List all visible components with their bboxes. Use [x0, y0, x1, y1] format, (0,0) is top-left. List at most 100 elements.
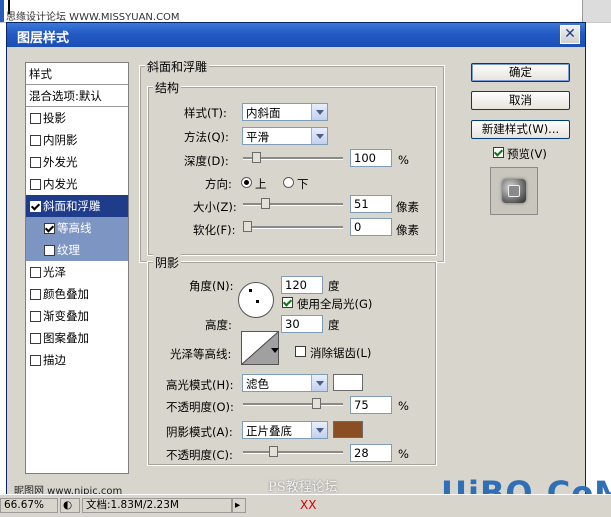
style-list-item[interactable]: 内阴影 [26, 129, 128, 151]
site-watermark: 思缘设计论坛 WWW.MISSYUAN.COM [6, 12, 180, 23]
shading-title: 阴影 [153, 254, 182, 271]
shadow-color-swatch[interactable] [333, 421, 363, 438]
depth-slider-thumb[interactable] [252, 152, 261, 163]
soften-slider-track[interactable] [243, 226, 343, 229]
shadow-mode-select[interactable]: 正片叠底 [242, 421, 328, 439]
style-checkbox[interactable] [30, 135, 41, 146]
antialias-checkbox[interactable] [295, 346, 306, 357]
highlight-mode-select[interactable]: 滤色 [242, 374, 328, 392]
depth-unit: % [398, 153, 409, 167]
style-list-label: 光泽 [43, 265, 66, 279]
style-checkbox[interactable] [30, 113, 41, 124]
style-checkbox[interactable] [30, 289, 41, 300]
altitude-label: 高度: [205, 318, 232, 332]
shadow-opacity-label: 不透明度(C): [166, 448, 233, 462]
style-list-item[interactable]: 纹理 [26, 239, 128, 261]
angle-dial[interactable] [238, 282, 274, 318]
direction-down-radio[interactable] [283, 177, 294, 188]
layer-style-dialog: 图层样式 ✕ 样式 混合选项:默认 投影内阴影外发光内发光斜面和浮雕等高线纹理光… [6, 22, 586, 496]
scrollbar[interactable] [582, 0, 611, 22]
style-list-label: 外发光 [43, 155, 78, 169]
depth-field[interactable]: 100 [350, 149, 392, 167]
size-label: 大小(Z): [193, 200, 237, 214]
direction-label: 方向: [205, 177, 232, 191]
style-list-item[interactable]: 光泽 [26, 261, 128, 283]
shadow-opacity-field[interactable]: 28 [350, 444, 392, 462]
highlight-color-swatch[interactable] [333, 374, 363, 391]
preview-checkbox[interactable] [493, 147, 504, 158]
method-select[interactable]: 平滑 [242, 127, 328, 145]
style-list-label: 纹理 [57, 243, 80, 257]
document-info: 文档:1.83M/2.23M [82, 498, 232, 513]
style-checkbox[interactable] [30, 311, 41, 322]
close-button[interactable]: ✕ [560, 25, 580, 44]
highlight-opacity-unit: % [398, 399, 409, 413]
style-list-item[interactable]: 斜面和浮雕 [26, 195, 128, 217]
style-list-label: 内发光 [43, 177, 78, 191]
style-list-item[interactable]: 等高线 [26, 217, 128, 239]
style-checkbox[interactable] [30, 267, 41, 278]
size-slider-track[interactable] [243, 203, 343, 206]
angle-center-dot [256, 300, 259, 303]
zoom-level[interactable]: 66.67% [0, 498, 58, 513]
soften-slider-thumb[interactable] [243, 221, 252, 232]
angle-label: 角度(N): [189, 279, 234, 293]
soften-field[interactable]: 0 [350, 218, 392, 236]
style-checkbox[interactable] [30, 157, 41, 168]
blend-options-item[interactable]: 混合选项:默认 [26, 85, 128, 107]
shadow-opacity-track[interactable] [243, 451, 343, 454]
cancel-button[interactable]: 取消 [471, 91, 570, 110]
style-list-item[interactable]: 投影 [26, 107, 128, 129]
depth-label: 深度(D): [184, 154, 229, 168]
style-list-item[interactable]: 颜色叠加 [26, 283, 128, 305]
highlight-opacity-field[interactable]: 75 [350, 396, 392, 414]
highlight-opacity-track[interactable] [243, 403, 343, 406]
dialog-titlebar[interactable]: 图层样式 ✕ [7, 23, 585, 47]
antialias-label: 消除锯齿(L) [310, 346, 372, 360]
style-list-item[interactable]: 外发光 [26, 151, 128, 173]
ok-button[interactable]: 确定 [471, 63, 570, 82]
angle-field[interactable]: 120 [281, 276, 323, 294]
direction-up-label: 上 [255, 177, 267, 191]
angle-handle-dot [249, 289, 252, 292]
altitude-field[interactable]: 30 [281, 315, 323, 333]
style-checkbox[interactable] [30, 355, 41, 366]
watermark-bottom: XX [300, 498, 317, 512]
style-checkbox[interactable] [30, 179, 41, 190]
structure-title: 结构 [153, 79, 182, 96]
direction-up-radio[interactable] [241, 177, 252, 188]
preview-swatch [502, 179, 526, 203]
style-list-label: 斜面和浮雕 [43, 199, 101, 213]
soften-unit: 像素 [396, 223, 419, 237]
shadow-opacity-thumb[interactable] [269, 446, 278, 457]
style-checkbox[interactable] [44, 245, 55, 256]
style-list-item[interactable]: 描边 [26, 349, 128, 371]
size-unit: 像素 [396, 200, 419, 214]
style-list-label: 内阴影 [43, 133, 78, 147]
size-field[interactable]: 51 [350, 195, 392, 213]
global-light-checkbox[interactable] [282, 297, 293, 308]
status-menu-icon[interactable]: ◐ [60, 498, 80, 513]
size-slider-thumb[interactable] [261, 198, 270, 209]
style-select[interactable]: 内斜面 [242, 103, 328, 121]
shadow-opacity-unit: % [398, 447, 409, 461]
status-arrow-icon[interactable]: ▸ [232, 498, 246, 513]
watermark-center: PS教程论坛 [268, 480, 338, 495]
style-list-item[interactable]: 图案叠加 [26, 327, 128, 349]
style-checkbox[interactable] [30, 333, 41, 344]
style-list-label: 渐变叠加 [43, 309, 89, 323]
style-list-item[interactable]: 渐变叠加 [26, 305, 128, 327]
new-style-button[interactable]: 新建样式(W)... [471, 120, 570, 139]
chevron-down-icon [311, 104, 327, 120]
altitude-unit: 度 [328, 318, 340, 332]
style-label: 样式(T): [184, 106, 227, 120]
chevron-down-icon[interactable] [270, 345, 280, 355]
style-list-header[interactable]: 样式 [26, 63, 128, 85]
highlight-opacity-thumb[interactable] [312, 398, 321, 409]
highlight-mode-label: 高光模式(H): [166, 378, 234, 392]
style-checkbox[interactable] [30, 201, 41, 212]
style-list-item[interactable]: 内发光 [26, 173, 128, 195]
preview-label: 预览(V) [507, 147, 547, 161]
close-icon: ✕ [564, 26, 576, 42]
style-checkbox[interactable] [44, 223, 55, 234]
